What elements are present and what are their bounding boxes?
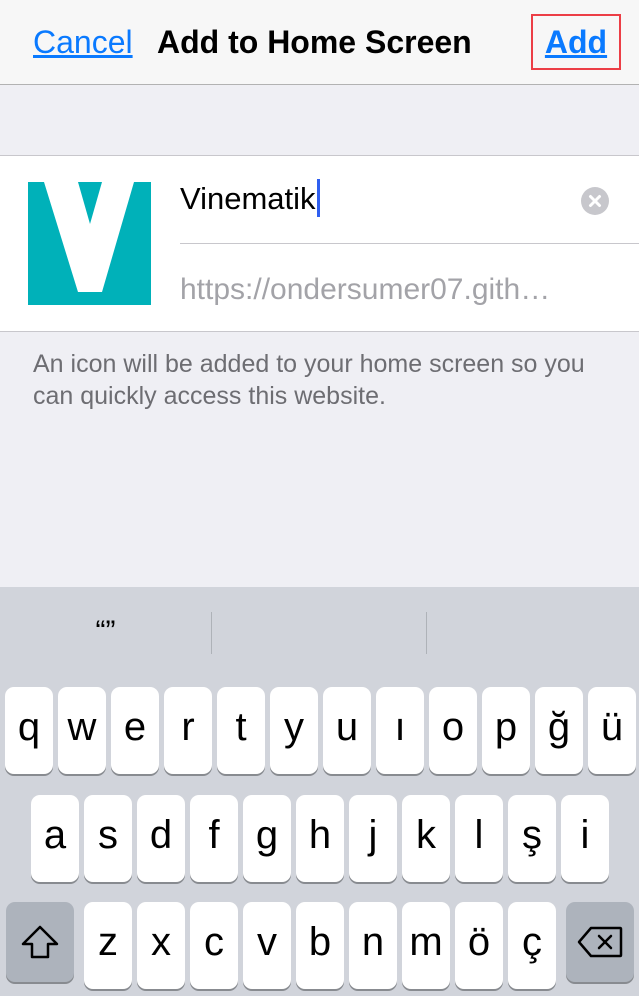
key-r[interactable]: r xyxy=(164,687,212,774)
shift-icon xyxy=(21,925,59,959)
key-d[interactable]: d xyxy=(137,795,185,882)
page-title: Add to Home Screen xyxy=(157,24,472,60)
shift-key[interactable] xyxy=(6,902,74,982)
key-q[interactable]: q xyxy=(5,687,53,774)
text-caret xyxy=(316,179,320,217)
backspace-icon xyxy=(577,926,623,958)
key-c-cedilla[interactable]: ç xyxy=(508,902,556,989)
name-input[interactable]: Vinematik xyxy=(180,178,320,220)
key-dotless-i[interactable]: ı xyxy=(376,687,424,774)
key-s-cedilla[interactable]: ş xyxy=(508,795,556,882)
key-u-umlaut[interactable]: ü xyxy=(588,687,636,774)
add-button-label: Add xyxy=(544,24,608,60)
prediction-2[interactable] xyxy=(212,607,426,657)
clear-text-button[interactable] xyxy=(581,187,609,215)
key-l[interactable]: l xyxy=(455,795,503,882)
key-x[interactable]: x xyxy=(137,902,185,989)
key-m[interactable]: m xyxy=(402,902,450,989)
key-g-breve[interactable]: ğ xyxy=(535,687,583,774)
name-input-value: Vinematik xyxy=(180,181,316,216)
key-o-umlaut[interactable]: ö xyxy=(455,902,503,989)
field-separator xyxy=(180,243,639,244)
navigation-bar: Cancel Add to Home Screen Add xyxy=(0,0,639,85)
key-k[interactable]: k xyxy=(402,795,450,882)
key-v[interactable]: v xyxy=(243,902,291,989)
keyboard: “” q w e r t y u ı o p ğ ü a s d f g h j… xyxy=(0,587,639,996)
prediction-1[interactable]: “” xyxy=(0,607,211,657)
key-g[interactable]: g xyxy=(243,795,291,882)
vinematik-app-icon xyxy=(28,182,151,305)
add-button[interactable]: Add xyxy=(531,14,621,70)
name-field[interactable]: Vinematik xyxy=(180,178,639,244)
key-o[interactable]: o xyxy=(429,687,477,774)
key-j[interactable]: j xyxy=(349,795,397,882)
key-z[interactable]: z xyxy=(84,902,132,989)
key-w[interactable]: w xyxy=(58,687,106,774)
key-b[interactable]: b xyxy=(296,902,344,989)
key-c[interactable]: c xyxy=(190,902,238,989)
cancel-button[interactable]: Cancel xyxy=(33,22,133,62)
key-e[interactable]: e xyxy=(111,687,159,774)
key-i[interactable]: i xyxy=(561,795,609,882)
key-u[interactable]: u xyxy=(323,687,371,774)
key-a[interactable]: a xyxy=(31,795,79,882)
prediction-3[interactable] xyxy=(427,607,639,657)
url-text: https://ondersumer07.gith… xyxy=(180,273,551,306)
hint-text: An icon will be added to your home scree… xyxy=(33,350,585,410)
key-y[interactable]: y xyxy=(270,687,318,774)
key-h[interactable]: h xyxy=(296,795,344,882)
delete-key[interactable] xyxy=(566,902,634,982)
key-t[interactable]: t xyxy=(217,687,265,774)
clear-x-icon xyxy=(589,195,601,207)
key-f[interactable]: f xyxy=(190,795,238,882)
key-n[interactable]: n xyxy=(349,902,397,989)
bookmark-card: Vinematik https://ondersumer07.gith… xyxy=(0,155,639,332)
key-p[interactable]: p xyxy=(482,687,530,774)
key-s[interactable]: s xyxy=(84,795,132,882)
predictive-bar: “” xyxy=(0,587,639,677)
